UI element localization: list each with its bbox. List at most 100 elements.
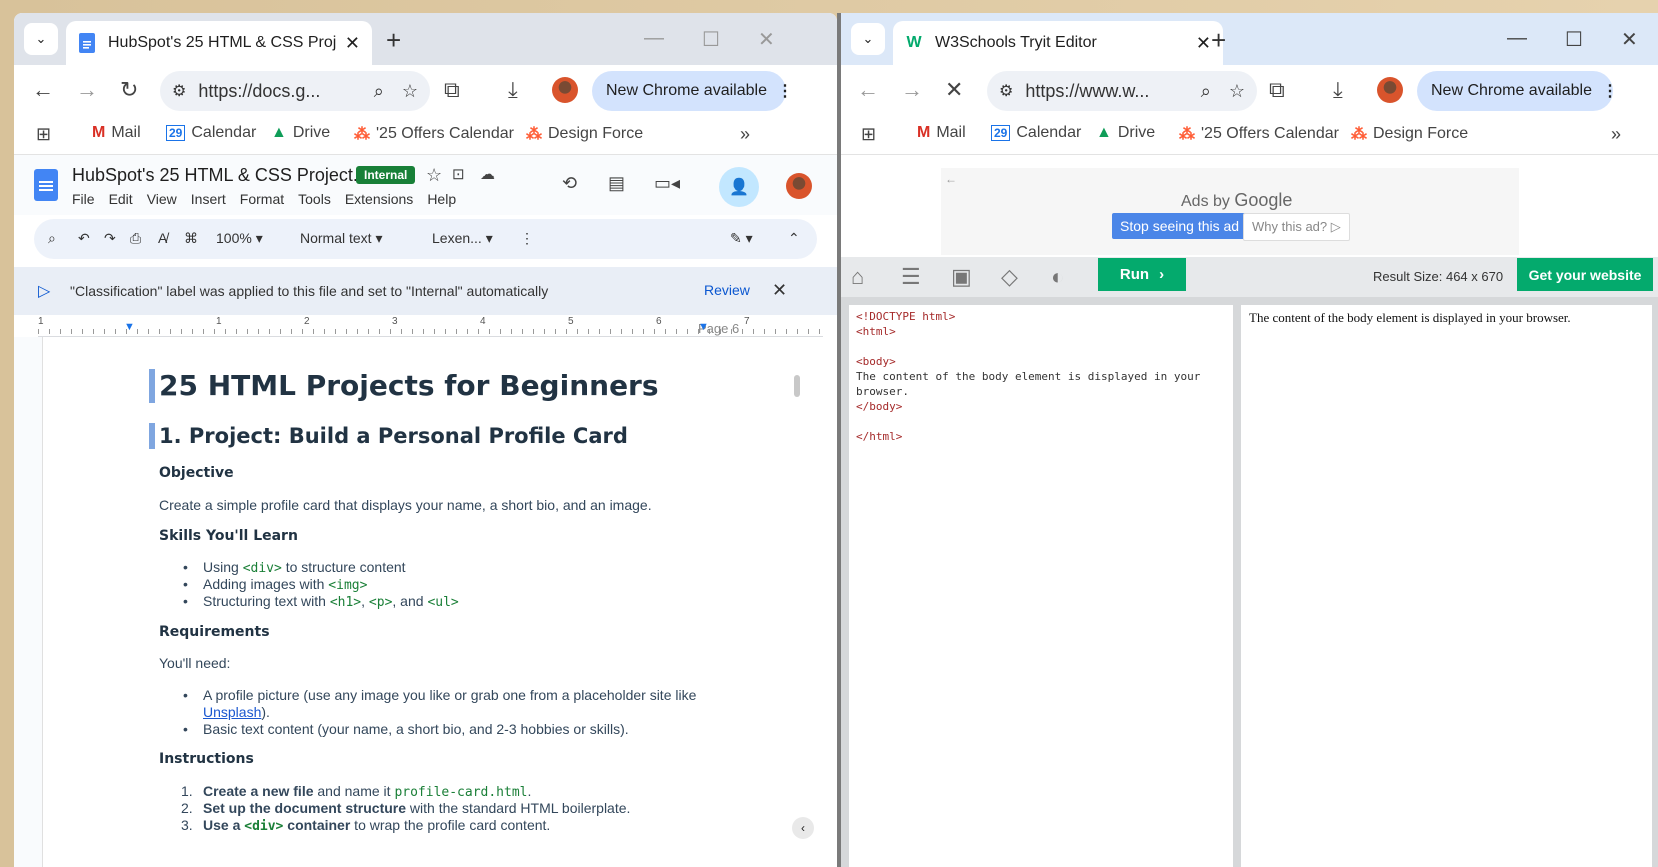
tune-icon[interactable]: ⚙ xyxy=(172,81,186,101)
chevron-up-icon[interactable]: ⌃ xyxy=(788,230,800,247)
bookmark-design-force[interactable]: ⁂ Design Force xyxy=(526,124,643,144)
address-bar[interactable]: ⚙ https://docs.g... ⌕ ☆ xyxy=(160,71,430,111)
spellcheck-icon[interactable]: A̸ xyxy=(158,230,167,246)
extensions-icon[interactable]: ⧉ xyxy=(444,77,460,103)
review-link[interactable]: Review xyxy=(704,282,750,298)
bookmark-calendar[interactable]: 29 Calendar xyxy=(991,124,1081,142)
menu-tools[interactable]: Tools xyxy=(298,191,331,207)
zoom-icon[interactable]: ⌕ xyxy=(374,81,384,102)
result-frame[interactable]: The content of the body element is displ… xyxy=(1241,305,1652,867)
star-icon[interactable]: ☆ xyxy=(426,165,442,186)
run-button[interactable]: Run › xyxy=(1098,258,1186,291)
bookmark-mail[interactable]: M Mail xyxy=(917,124,966,142)
forward-icon[interactable]: → xyxy=(76,77,98,103)
more-bookmarks-icon[interactable]: » xyxy=(740,124,750,145)
menu-extensions[interactable]: Extensions xyxy=(345,191,413,207)
indent-marker[interactable]: ▼ xyxy=(698,321,709,333)
download-icon[interactable]: ⤓ xyxy=(1333,77,1343,103)
zoom-select[interactable]: 100% ▾ xyxy=(216,230,263,247)
minimize-icon[interactable]: — xyxy=(644,27,664,50)
new-chrome-button[interactable]: New Chrome available ⋮ xyxy=(592,71,793,111)
tab-search-button[interactable]: ⌄ xyxy=(851,23,885,55)
bookmark-offers-calendar[interactable]: ⁂ '25 Offers Calendar xyxy=(1179,124,1339,144)
close-window-icon[interactable]: ✕ xyxy=(1621,27,1638,52)
tab-docs[interactable]: HubSpot's 25 HTML & CSS Proj ✕ xyxy=(66,21,372,65)
menu-format[interactable]: Format xyxy=(240,191,284,207)
docs-title[interactable]: HubSpot's 25 HTML & CSS Project... xyxy=(72,165,368,186)
extensions-icon[interactable]: ⧉ xyxy=(1269,77,1285,103)
unsplash-link[interactable]: Unsplash xyxy=(203,704,261,720)
close-icon[interactable]: ✕ xyxy=(1196,33,1211,54)
forward-icon[interactable]: → xyxy=(901,77,923,103)
paint-format-icon[interactable]: ⌘ xyxy=(184,230,198,247)
scrollbar-thumb[interactable] xyxy=(794,375,800,397)
close-icon[interactable]: ✕ xyxy=(345,33,360,54)
plus-icon[interactable]: + xyxy=(386,25,401,56)
stop-seeing-ad-button[interactable]: Stop seeing this ad xyxy=(1112,213,1248,239)
move-icon[interactable]: ⊡ xyxy=(452,165,465,183)
menu-insert[interactable]: Insert xyxy=(191,191,226,207)
close-icon[interactable]: ✕ xyxy=(772,280,787,301)
comments-icon[interactable]: ▤ xyxy=(608,173,625,194)
plus-icon[interactable]: + xyxy=(1211,25,1226,56)
search-icon[interactable]: ⌕ xyxy=(48,230,56,247)
bookmark-mail[interactable]: M Mail xyxy=(92,124,141,142)
chevron-left-icon[interactable]: ‹ xyxy=(792,817,814,839)
docs-logo-icon[interactable] xyxy=(34,169,58,201)
avatar[interactable] xyxy=(786,173,812,199)
menu-file[interactable]: File xyxy=(72,191,95,207)
tab-w3schools[interactable]: W W3Schools Tryit Editor ✕ xyxy=(893,21,1223,65)
font-select[interactable]: Lexen... ▾ xyxy=(432,230,493,247)
reload-icon[interactable]: ↻ xyxy=(120,77,138,103)
back-arrow-icon[interactable]: ← xyxy=(945,172,957,186)
bookmark-design-force[interactable]: ⁂ Design Force xyxy=(1351,124,1468,144)
avatar[interactable] xyxy=(1377,77,1403,103)
new-chrome-button[interactable]: New Chrome available ⋮ xyxy=(1417,71,1618,111)
more-icon[interactable]: ⋮ xyxy=(520,230,534,247)
menu-view[interactable]: View xyxy=(147,191,177,207)
apps-icon[interactable]: ⊞ xyxy=(861,124,876,145)
print-icon[interactable]: ⎙ xyxy=(130,230,141,247)
why-this-ad-button[interactable]: Why this ad? ▷ xyxy=(1243,213,1350,241)
avatar[interactable] xyxy=(552,77,578,103)
document-page[interactable]: 25 HTML Projects for Beginners 1. Projec… xyxy=(42,337,821,867)
close-window-icon[interactable]: ✕ xyxy=(758,27,775,52)
menu-help[interactable]: Help xyxy=(427,191,456,207)
back-icon[interactable]: ← xyxy=(32,77,54,103)
apps-icon[interactable]: ⊞ xyxy=(36,124,51,145)
download-icon[interactable]: ⤓ xyxy=(508,77,518,103)
contrast-icon[interactable]: ◐ xyxy=(1051,264,1064,290)
internal-badge[interactable]: Internal xyxy=(356,166,416,184)
history-icon[interactable]: ⟲ xyxy=(562,173,577,194)
undo-icon[interactable]: ↶ xyxy=(78,230,90,247)
bookmark-drive[interactable]: ▲ Drive xyxy=(1096,124,1155,142)
get-website-button[interactable]: Get your website xyxy=(1517,258,1653,291)
menu-edit[interactable]: Edit xyxy=(109,191,133,207)
edit-mode-icon[interactable]: ✎ ▾ xyxy=(730,230,753,247)
share-button[interactable]: 👤 xyxy=(719,167,759,207)
address-bar[interactable]: ⚙ https://www.w... ⌕ ☆ xyxy=(987,71,1257,111)
code-editor[interactable]: <!DOCTYPE html> <html> <body> The conten… xyxy=(849,305,1233,867)
meet-icon[interactable]: ▭◂ xyxy=(654,173,680,194)
minimize-icon[interactable]: — xyxy=(1507,27,1527,50)
redo-icon[interactable]: ↷ xyxy=(104,230,116,247)
star-icon[interactable]: ☆ xyxy=(1229,81,1245,102)
cloud-icon[interactable]: ☁ xyxy=(480,165,495,183)
tab-search-button[interactable]: ⌄ xyxy=(24,23,58,55)
maximize-icon[interactable]: ☐ xyxy=(1565,27,1583,52)
home-icon[interactable]: ⌂ xyxy=(851,264,864,290)
more-bookmarks-icon[interactable]: » xyxy=(1611,124,1621,145)
indent-marker[interactable]: ▼ xyxy=(124,321,135,333)
back-icon[interactable]: ← xyxy=(857,77,879,103)
bookmark-offers-calendar[interactable]: ⁂ '25 Offers Calendar xyxy=(354,124,514,144)
save-icon[interactable]: ▣ xyxy=(951,264,972,290)
tune-icon[interactable]: ⚙ xyxy=(999,81,1013,101)
rotate-icon[interactable]: ◇ xyxy=(1001,264,1018,290)
maximize-icon[interactable]: ☐ xyxy=(702,27,720,52)
stop-icon[interactable]: ✕ xyxy=(945,77,963,103)
star-icon[interactable]: ☆ xyxy=(402,81,418,102)
bookmark-calendar[interactable]: 29 Calendar xyxy=(166,124,256,142)
style-select[interactable]: Normal text ▾ xyxy=(300,230,383,247)
bookmark-drive[interactable]: ▲ Drive xyxy=(271,124,330,142)
menu-icon[interactable]: ☰ xyxy=(901,264,921,290)
